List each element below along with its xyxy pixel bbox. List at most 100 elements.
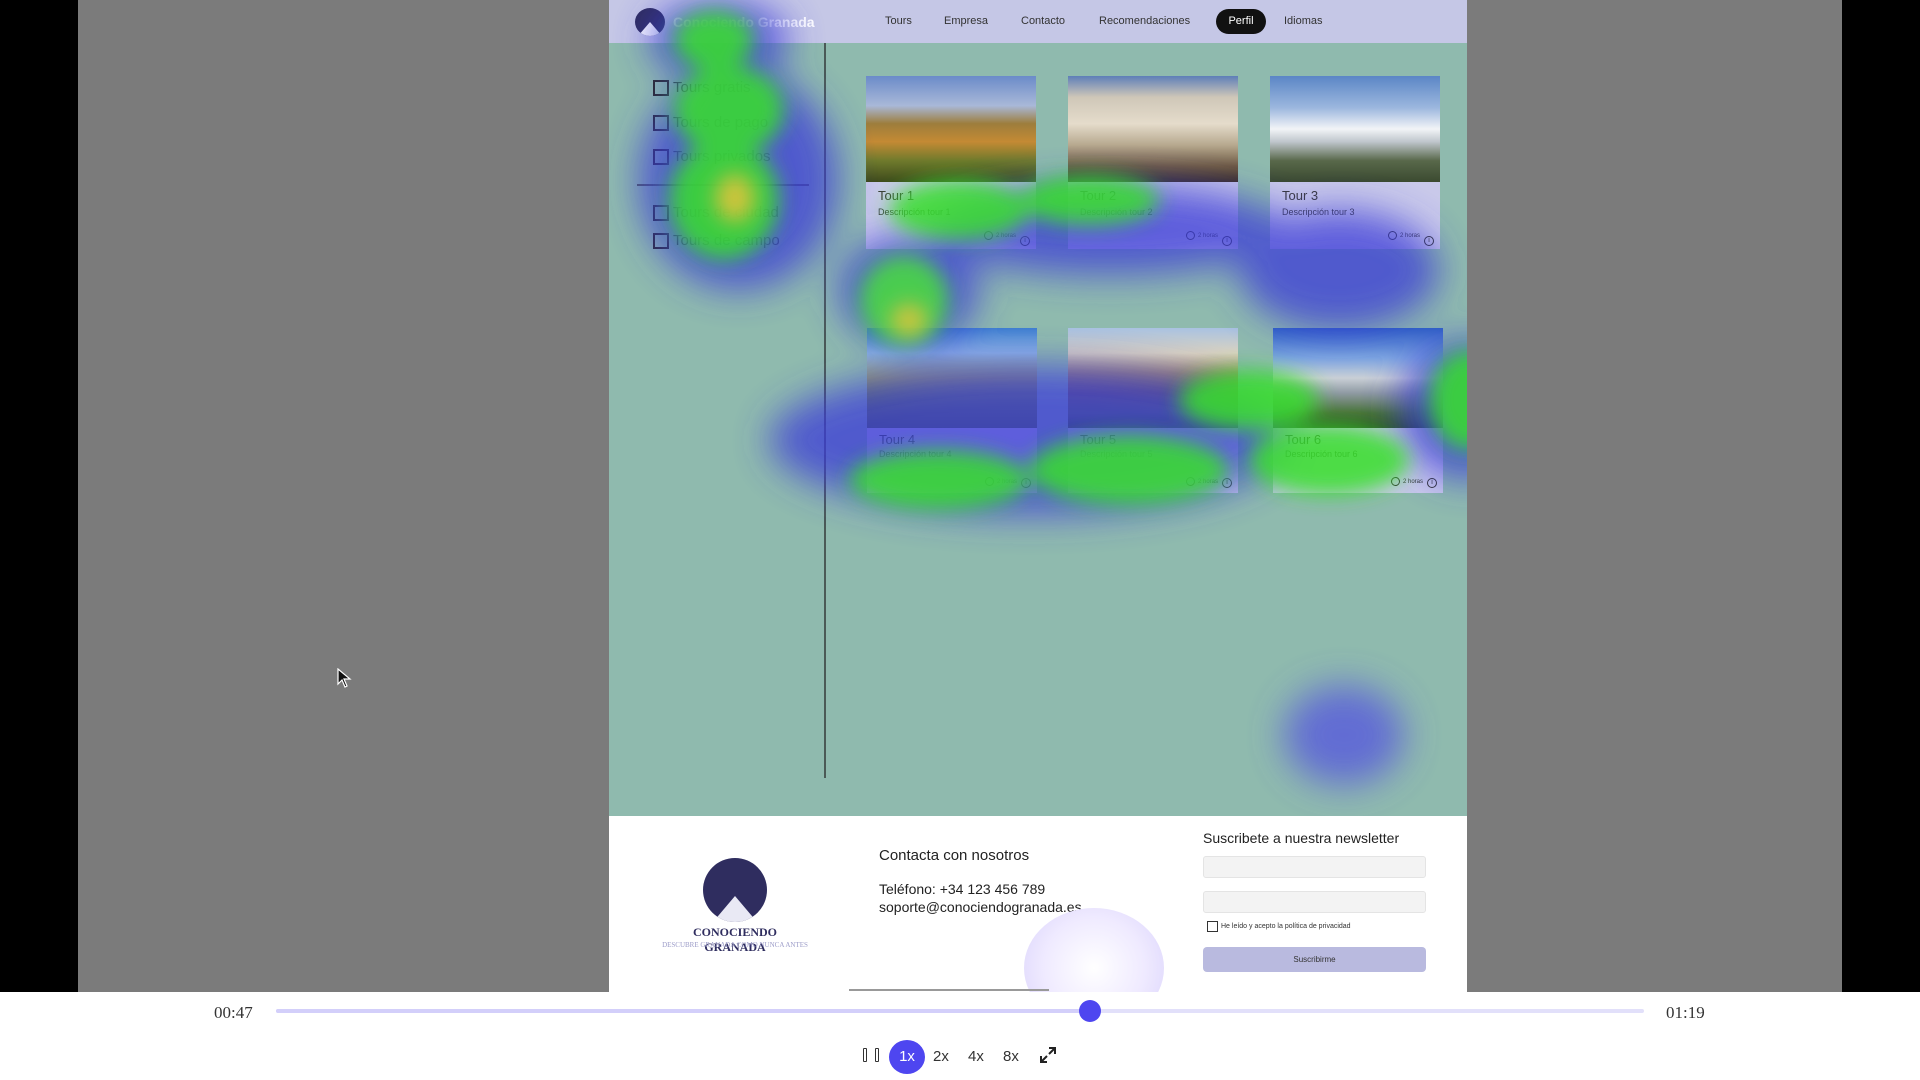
footer-logo-tagline: DESCUBRE GRANADA COMO NUNCA ANTES <box>662 941 808 949</box>
tour-title: Tour 4 <box>879 432 916 447</box>
filter-tours-privados[interactable]: Tours privados <box>653 148 771 165</box>
tour-photo-cathedral <box>1068 76 1238 182</box>
speed-4x-button[interactable]: 4x <box>968 1040 984 1074</box>
nav-empresa[interactable]: Empresa <box>944 15 988 27</box>
clock-icon <box>1185 231 1195 240</box>
recording-backdrop: Conociendo Granada Tours Empresa Contact… <box>78 0 1842 992</box>
tour-photo-sierra-nevada <box>1270 76 1440 182</box>
sidebar-divider <box>824 43 826 778</box>
tour-title: Tour 3 <box>1282 188 1319 203</box>
click-highlight <box>1024 908 1164 992</box>
privacy-label: He leído y acepto la política de privaci… <box>1221 923 1351 930</box>
filter-tours-de-campo[interactable]: Tours de campo <box>653 232 780 249</box>
filter-divider <box>637 184 809 186</box>
tour-description: Descripción tour 5 <box>1080 449 1153 459</box>
tour-title: Tour 6 <box>1285 432 1322 447</box>
tour-photo-gorge <box>1068 328 1238 428</box>
newsletter-name-input[interactable] <box>1203 856 1426 878</box>
checkbox[interactable] <box>653 204 669 221</box>
tour-title: Tour 5 <box>1080 432 1117 447</box>
info-icon[interactable]: i <box>1424 236 1434 246</box>
duration-text: 2 horas <box>1197 232 1218 239</box>
filter-tours-gratis[interactable]: Tours gratis <box>653 79 751 96</box>
mountain-logo-icon <box>635 8 665 36</box>
checkbox[interactable] <box>653 148 669 165</box>
privacy-checkbox[interactable] <box>1207 921 1218 932</box>
nav-idiomas[interactable]: Idiomas <box>1284 15 1323 27</box>
tour-card-4[interactable]: Tour 4 Descripción tour 4 2 horas i <box>867 328 1037 493</box>
pause-icon[interactable] <box>863 1048 879 1066</box>
tour-duration: 2 horas <box>983 231 1016 240</box>
contact-title: Contacta con nosotros <box>879 847 1030 864</box>
info-icon[interactable]: i <box>1020 236 1030 246</box>
newsletter-title: Suscribete a nuestra newsletter <box>1203 830 1400 846</box>
tour-photo-fountain-plaza <box>1273 328 1443 428</box>
info-icon[interactable]: i <box>1222 478 1232 488</box>
tour-description: Descripción tour 3 <box>1282 207 1355 217</box>
brand-name: Conociendo Granada <box>673 14 815 30</box>
progress-thumb[interactable] <box>1078 1000 1101 1022</box>
filter-label: Tours de campo <box>673 232 780 249</box>
info-icon[interactable]: i <box>1222 236 1232 246</box>
tour-card-1[interactable]: Tour 1 Descripción tour 1 2 horas i <box>866 76 1036 249</box>
tour-card-5[interactable]: Tour 5 Descripción tour 5 2 horas i <box>1068 328 1238 493</box>
duration-text: 2 horas <box>996 478 1017 485</box>
speed-2x-button[interactable]: 2x <box>933 1040 949 1074</box>
tour-photo-cliff-town <box>867 328 1037 428</box>
tour-title: Tour 1 <box>878 188 915 203</box>
filter-label: Tours de ciudad <box>673 204 779 221</box>
mountain-logo-icon <box>703 858 767 922</box>
tour-description: Descripción tour 6 <box>1285 449 1358 459</box>
tour-duration: 2 horas <box>1185 231 1218 240</box>
footer-divider <box>849 989 1049 991</box>
filter-tours-de-pago[interactable]: Tours de pago <box>653 114 768 131</box>
clock-icon <box>1390 477 1400 486</box>
clock-icon <box>1185 477 1195 486</box>
total-time: 01:19 <box>1666 1003 1705 1022</box>
tour-description: Descripción tour 1 <box>878 207 951 217</box>
speed-1x-button[interactable]: 1x <box>889 1040 925 1074</box>
expand-icon[interactable] <box>1038 1045 1058 1065</box>
tour-card-2[interactable]: Tour 2 Descripción tour 2 2 horas i <box>1068 76 1238 249</box>
filter-label: Tours privados <box>673 148 771 165</box>
tour-duration: 2 horas <box>1387 231 1420 240</box>
filter-label: Tours de pago <box>673 114 769 131</box>
tour-title: Tour 2 <box>1080 188 1117 203</box>
checkbox[interactable] <box>653 79 669 96</box>
contact-email[interactable]: soporte@conociendogranada.es <box>879 899 1082 915</box>
duration-text: 2 horas <box>1399 232 1420 239</box>
nav-tours[interactable]: Tours <box>885 15 912 27</box>
recorded-website: Conociendo Granada Tours Empresa Contact… <box>609 0 1467 992</box>
info-icon[interactable]: i <box>1021 478 1031 488</box>
tour-duration: 2 horas <box>1185 477 1218 486</box>
newsletter-email-input[interactable] <box>1203 891 1426 913</box>
tour-card-3[interactable]: Tour 3 Descripción tour 3 2 horas i <box>1270 76 1440 249</box>
tour-card-6[interactable]: Tour 6 Descripción tour 6 2 horas i <box>1273 328 1443 493</box>
privacy-consent[interactable]: He leído y acepto la política de privaci… <box>1207 921 1351 932</box>
duration-text: 2 horas <box>1402 478 1423 485</box>
tour-description: Descripción tour 2 <box>1080 207 1153 217</box>
duration-text: 2 horas <box>1197 478 1218 485</box>
clock-icon <box>983 231 993 240</box>
tour-description: Descripción tour 4 <box>879 449 952 459</box>
progress-bar[interactable] <box>276 1000 1644 1022</box>
site-footer: CONOCIENDO GRANADA DESCUBRE GRANADA COMO… <box>609 816 1467 992</box>
checkbox[interactable] <box>653 114 669 131</box>
nav-contacto[interactable]: Contacto <box>1021 15 1065 27</box>
progress-fill <box>276 1009 1090 1013</box>
site-navbar: Conociendo Granada Tours Empresa Contact… <box>609 0 1467 43</box>
contact-phone: Teléfono: +34 123 456 789 <box>879 881 1046 897</box>
filter-tours-de-ciudad[interactable]: Tours de ciudad <box>653 204 779 221</box>
speed-8x-button[interactable]: 8x <box>1003 1040 1019 1074</box>
checkbox[interactable] <box>653 232 669 249</box>
brand[interactable]: Conociendo Granada <box>635 8 815 36</box>
nav-recomendaciones[interactable]: Recomendaciones <box>1099 15 1190 27</box>
info-icon[interactable]: i <box>1427 478 1437 488</box>
playback-controls: 1x 2x 4x 8x <box>0 1040 1920 1076</box>
nav-perfil-button[interactable]: Perfil <box>1216 9 1266 34</box>
replay-player-controls: 00:47 01:19 1x 2x 4x 8x <box>0 992 1920 1080</box>
subscribe-button[interactable]: Suscribirme <box>1203 947 1426 972</box>
footer-logo-name: CONOCIENDO GRANADA <box>692 925 777 954</box>
tour-photo-alhambra <box>866 76 1036 182</box>
clock-icon <box>984 477 994 486</box>
